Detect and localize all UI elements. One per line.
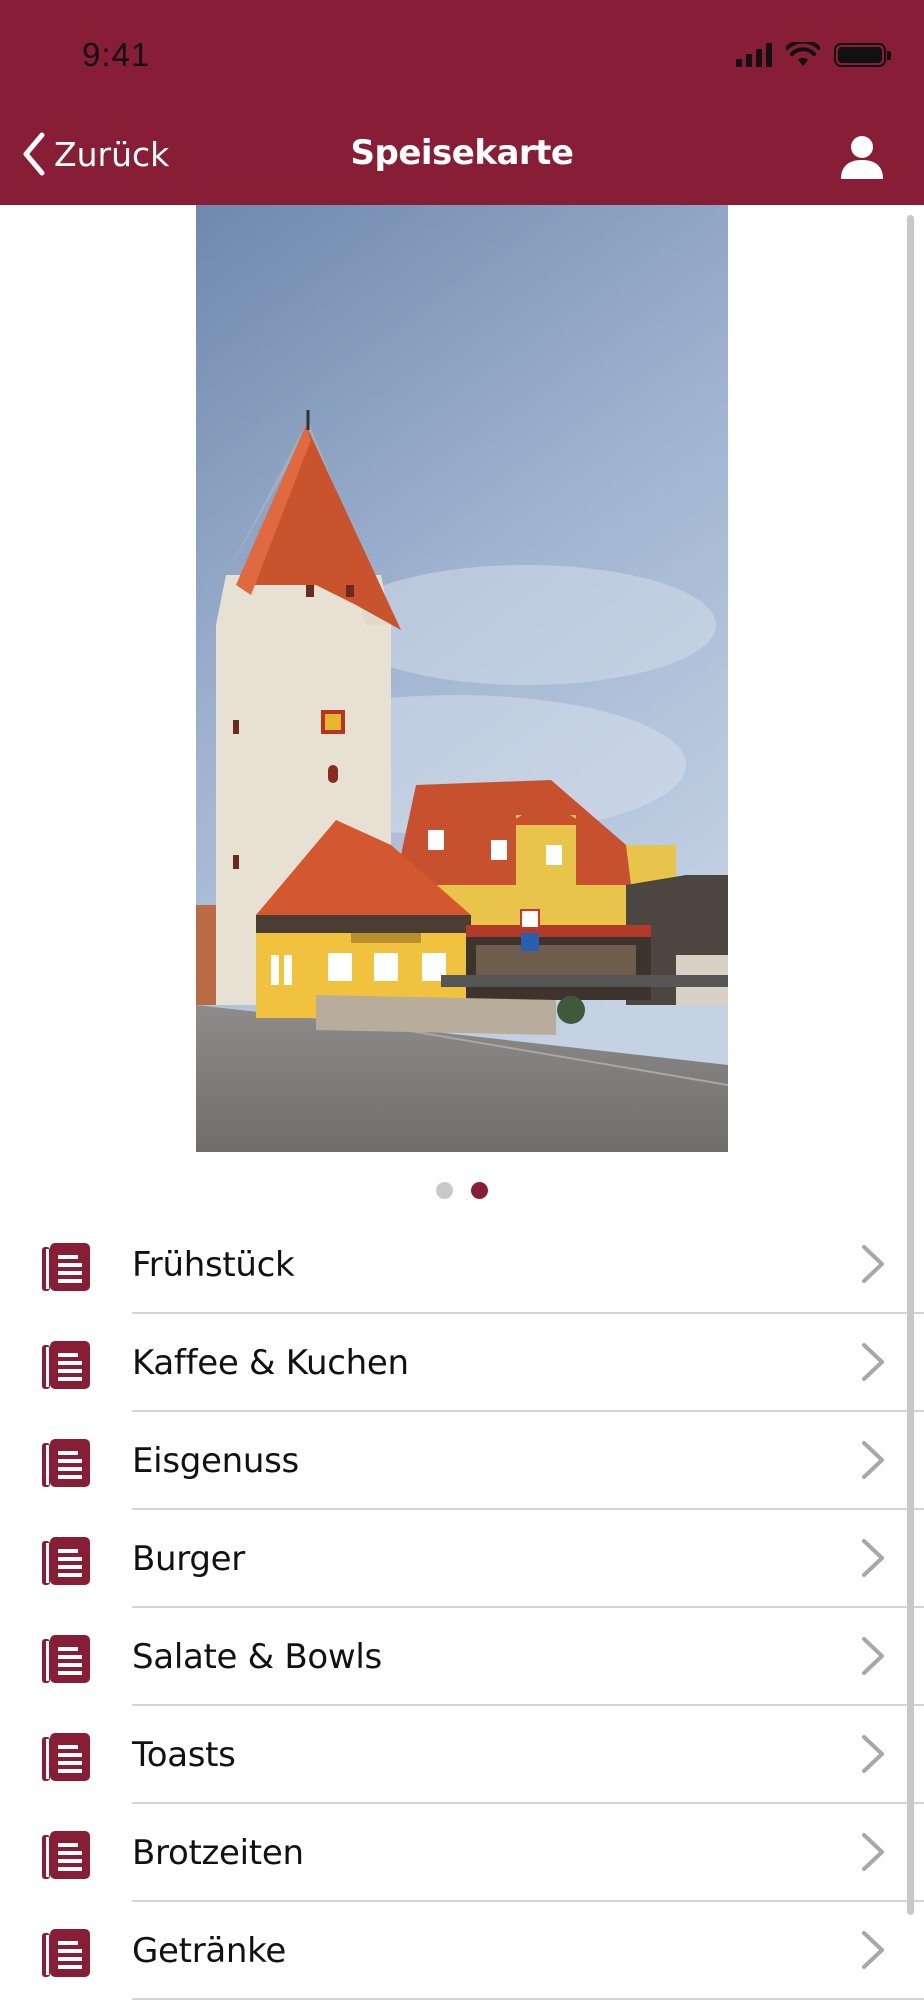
scrollbar[interactable] [907,215,914,1915]
chevron-right-icon [862,1441,884,1479]
menu-item-label: Getränke [132,1931,286,1971]
wifi-icon [786,42,820,66]
chevron-right-icon [862,1931,884,1969]
menu-item-label: Brotzeiten [132,1833,304,1873]
status-time: 9:41 [82,36,151,73]
menu-item-label: Burger [132,1539,245,1579]
menu-list-icon [42,1831,90,1879]
menu-item-getraenke[interactable]: Getränke [0,1902,924,2000]
chevron-right-icon [862,1833,884,1871]
menu-item-fruehstueck[interactable]: Frühstück [0,1216,924,1314]
menu-item-label: Eisgenuss [132,1441,299,1481]
menu-item-label: Frühstück [132,1245,295,1285]
status-icons [736,42,891,68]
menu-item-eisgenuss[interactable]: Eisgenuss [0,1412,924,1510]
menu-list-icon [42,1635,90,1683]
page-title: Speisekarte [350,133,574,173]
menu-list-icon [42,1439,90,1487]
menu-item-label: Toasts [132,1735,236,1775]
menu-item-brotzeiten[interactable]: Brotzeiten [0,1804,924,1902]
chevron-right-icon [862,1637,884,1675]
carousel-dot-active[interactable] [471,1182,488,1199]
menu-list-icon [42,1733,90,1781]
nav-bar: 9:41 Zurück Speisekarte [0,0,924,205]
menu-item-label: Salate & Bowls [132,1637,382,1677]
cellular-signal-icon [736,43,772,67]
carousel-dot[interactable] [436,1182,453,1199]
menu-category-list: Frühstück Kaffee & Kuchen Eisgenuss Burg… [0,1216,924,2000]
chevron-right-icon [862,1539,884,1577]
carousel-pagination [0,1182,924,1199]
menu-item-toasts[interactable]: Toasts [0,1706,924,1804]
chevron-right-icon [862,1245,884,1283]
user-profile-icon[interactable] [838,133,886,181]
menu-item-label: Kaffee & Kuchen [132,1343,409,1383]
carousel-image[interactable] [196,205,728,1152]
chevron-right-icon [862,1735,884,1773]
menu-item-burger[interactable]: Burger [0,1510,924,1608]
menu-list-icon [42,1341,90,1389]
battery-icon [834,43,891,67]
menu-list-icon [42,1243,90,1291]
menu-list-icon [42,1929,90,1977]
menu-list-icon [42,1537,90,1585]
tower-building-photo [196,205,728,1152]
chevron-right-icon [862,1343,884,1381]
menu-item-kaffee-kuchen[interactable]: Kaffee & Kuchen [0,1314,924,1412]
menu-item-salate-bowls[interactable]: Salate & Bowls [0,1608,924,1706]
